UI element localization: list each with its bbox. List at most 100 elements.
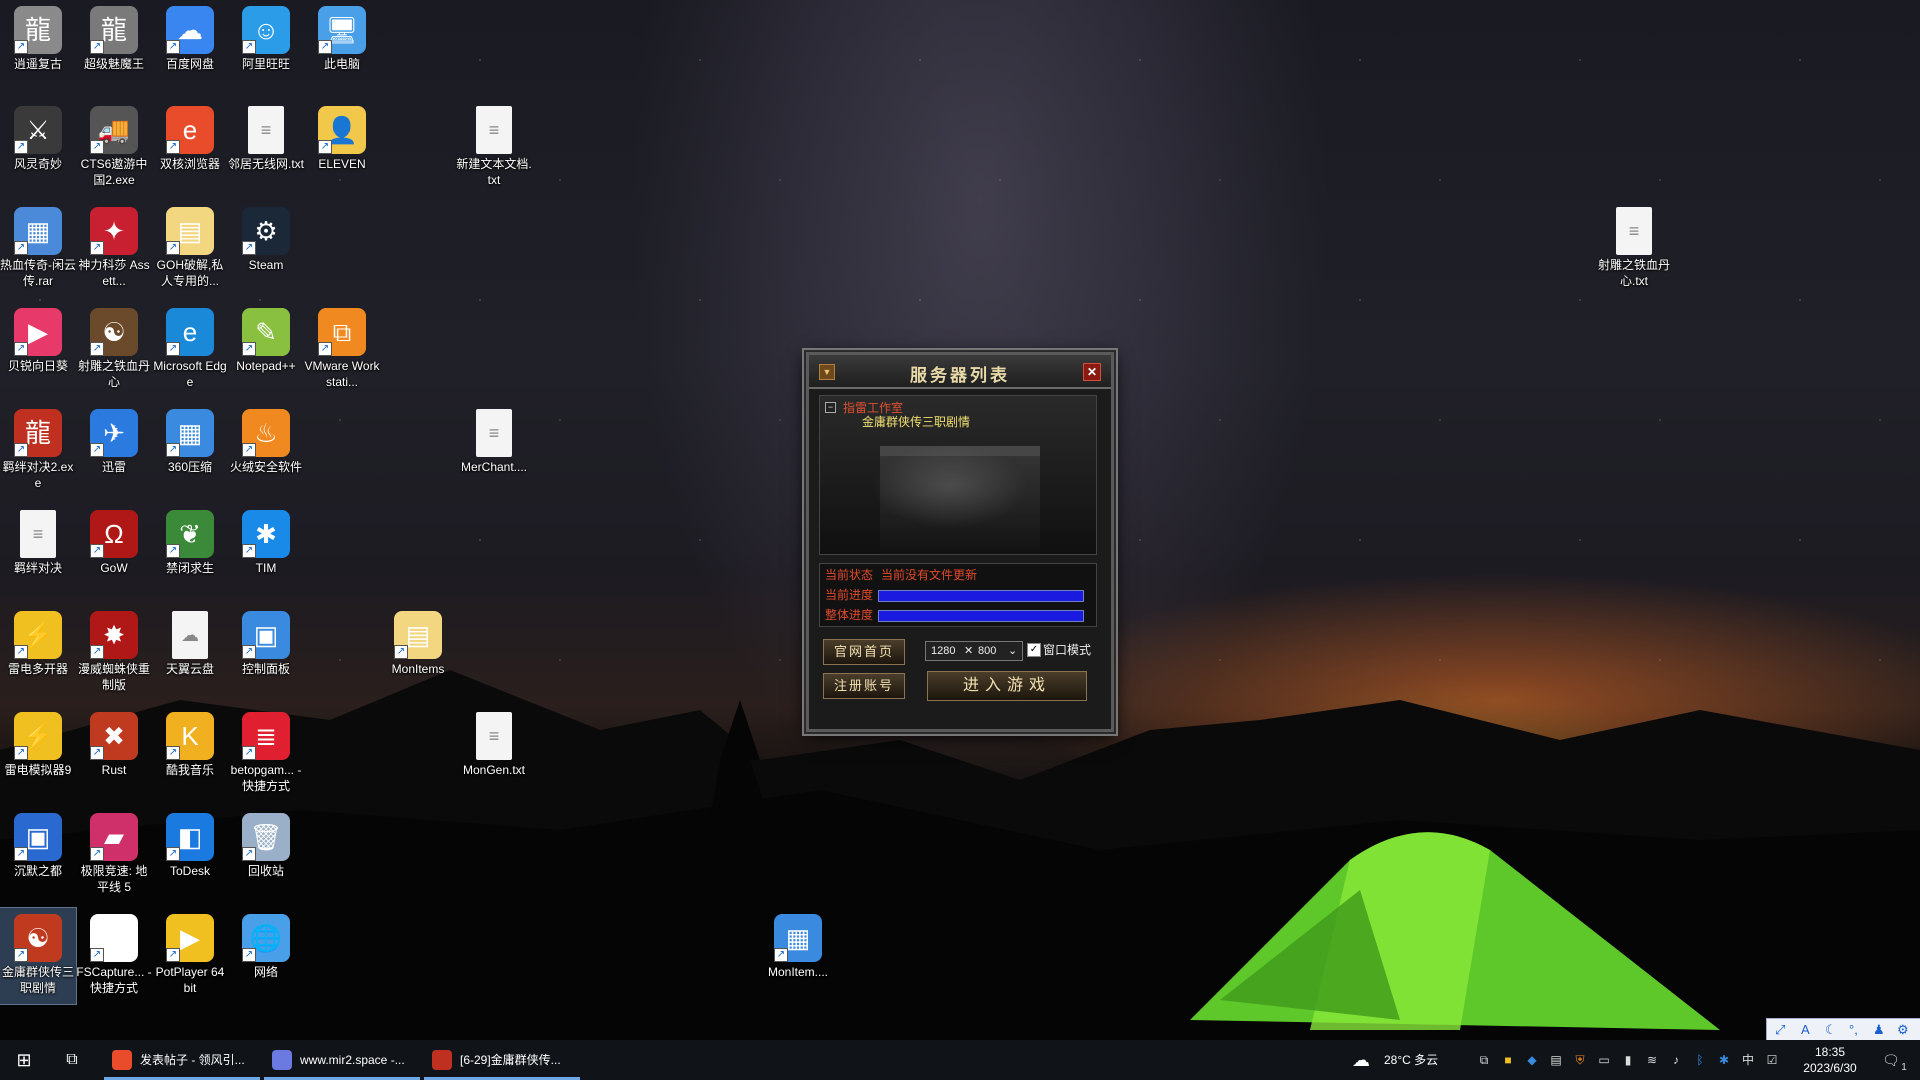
desktop-icon[interactable]: ☯ ↗ 金庸群侠传三职剧情 [0,907,77,1005]
desktop-icon[interactable]: ▰ ↗ 极限竞速: 地平线 5 [76,807,152,903]
desktop-icon[interactable]: ≡ MonGen.txt [456,706,532,802]
desktop-icon[interactable]: Ω ↗ GoW [76,504,152,600]
desktop-icon[interactable]: ⚙ ↗ Steam [228,201,304,297]
desktop-icon[interactable]: ⚔ ↗ 风灵奇妙 [0,100,76,196]
tray-nvidia-icon[interactable]: ◆ [1524,1052,1540,1068]
desktop-icon[interactable]: ≡ 射雕之铁血丹心.txt [1596,201,1672,297]
desktop-icon[interactable]: ❦ ↗ 禁闭求生 [152,504,228,600]
desktop-icon[interactable]: 🖥 ↗ 此电脑 [304,0,380,96]
desktop-icon[interactable]: ▦ ↗ 热血传奇-闲云传.rar [0,201,76,297]
moon-icon[interactable]: ☾ [1825,1022,1837,1038]
desktop-icon[interactable]: ✎ ↗ Notepad++ [228,302,304,398]
desktop-icon-label: MonItems [391,662,445,676]
resolution-select[interactable]: 1280 ✕ 800 ⌄ [925,641,1023,661]
desktop-icon[interactable]: ≡ 羁绊对决 [0,504,76,600]
desktop-icon[interactable]: ⚡ ↗ 雷电多开器 [0,605,76,701]
battery-icon[interactable]: ▮ [1620,1052,1636,1068]
desktop-icon[interactable]: ▣ ↗ 沉默之都 [0,807,76,903]
taskbar-app-game[interactable]: [6-29]金庸群侠传... [424,1040,580,1080]
desktop-icon[interactable]: ▶ ↗ 贝锐向日葵 [0,302,76,398]
taskbar-app-forum[interactable]: 发表帖子 - 领风引... [104,1040,260,1080]
desktop-icon[interactable]: ▬ ↗ FSCapture... - 快捷方式 [76,908,152,1004]
show-hidden-icons[interactable]: ⧉ [1476,1052,1492,1068]
chevron-down-icon[interactable]: ⌄ [1008,642,1017,660]
checkbox-tray-icon[interactable]: ☑ [1764,1052,1780,1068]
desktop-icon[interactable]: ✱ ↗ TIM [228,504,304,600]
tray-app-icon[interactable]: ■ [1500,1052,1516,1068]
desktop-icon[interactable]: ▤ ↗ GOH破解,私人专用的... [152,201,228,297]
ime-expand-icon[interactable]: ⤢ [1775,1022,1785,1038]
server-tree[interactable]: − 指雷工作室 金庸群侠传三职剧情 [819,395,1097,556]
desktop-icon[interactable]: ▣ ↗ 控制面板 [228,605,304,701]
user-icon[interactable]: ♟ [1873,1022,1885,1038]
enter-game-button[interactable]: 进入游戏 [927,671,1087,701]
desktop-icon[interactable]: ✖ ↗ Rust [76,706,152,802]
taskbar-app-website[interactable]: www.mir2.space -... [264,1040,420,1080]
current-progress-fill [879,591,1083,601]
app-icon: ✎ ↗ [242,308,290,356]
desktop-icon[interactable]: ▦ ↗ MonItem.... [760,908,836,1004]
ime-mode-letter[interactable]: A [1801,1022,1810,1037]
shortcut-arrow-icon: ↗ [242,40,256,54]
desktop-icon[interactable]: 🚚 ↗ CTS6遨游中国2.exe [76,100,152,196]
desktop-icon[interactable]: ≡ 新建文本文档.txt [456,100,532,196]
server-item[interactable]: 金庸群侠传三职剧情 [862,413,970,430]
ime-toolbar[interactable]: ⤢ A ☾ °, ♟ ⚙ [1766,1018,1920,1040]
app-icon: ▣ ↗ [242,611,290,659]
desktop-icon[interactable]: ▶ ↗ PotPlayer 64 bit [152,908,228,1004]
desktop-icon[interactable]: 🌐 ↗ 网络 [228,908,304,1004]
folder-icon[interactable]: ▭ [1596,1052,1612,1068]
desktop-icon[interactable]: ◧ ↗ ToDesk [152,807,228,903]
desktop-icon[interactable]: e ↗ 双核浏览器 [152,100,228,196]
volume-icon[interactable]: ♪ [1668,1052,1684,1068]
server-list-dialog[interactable]: ▼ 服务器列表 ✕ − 指雷工作室 金庸群侠传三职剧情 当前状态 当前没有文件更新… [806,352,1114,732]
desktop-icon[interactable]: e ↗ Microsoft Edge [152,302,228,398]
desktop-icon-label: 天翼云盘 [165,662,214,676]
desktop-icon[interactable]: ▤ ↗ MonItems [380,605,456,701]
desktop-icon[interactable]: ≡ 邻居无线网.txt [228,100,304,196]
window-mode-checkbox[interactable]: ✓ [1027,643,1041,657]
desktop-icon-label: 逍遥复古 [13,57,62,71]
desktop-icon[interactable]: ✦ ↗ 神力科莎 Assett... [76,201,152,297]
bluetooth-icon[interactable]: ᛒ [1692,1052,1708,1068]
desktop-icon[interactable]: ≡ MerChant.... [456,403,532,499]
desktop-icon[interactable]: ✸ ↗ 漫威蜘蛛侠重制版 [76,605,152,701]
desktop-icon[interactable]: 🗑 ↗ 回收站 [228,807,304,903]
dialog-titlebar[interactable]: ▼ 服务器列表 ✕ [809,355,1111,389]
cloud-weather-icon[interactable]: ☁ [1352,1040,1378,1080]
desktop-icon[interactable]: ▦ ↗ 360压缩 [152,403,228,499]
app-icon: ❦ ↗ [166,510,214,558]
home-page-button[interactable]: 官网首页 [823,639,905,665]
app-icon: ▦ ↗ [774,914,822,962]
desktop-icon[interactable]: 龍 ↗ 羁绊对决2.exe [0,403,76,499]
desktop-icon[interactable]: ⚡ ↗ 雷电模拟器9 [0,706,76,802]
clock[interactable]: 18:35 2023/6/30 [1790,1044,1870,1076]
punctuation-icon[interactable]: °, [1849,1022,1858,1037]
weather-text[interactable]: 28°C 多云 [1384,1040,1474,1080]
collapse-icon[interactable]: − [825,402,836,413]
desktop-icon[interactable]: ✈ ↗ 迅雷 [76,403,152,499]
desktop-icon[interactable]: ≣ ↗ betopgam... - 快捷方式 [228,706,304,802]
desktop-icon[interactable]: K ↗ 酷我音乐 [152,706,228,802]
close-button[interactable]: ✕ [1083,363,1101,381]
task-view-icon[interactable]: ⧉ [60,1040,84,1080]
desktop-icon[interactable]: ☯ ↗ 射雕之铁血丹心 [76,302,152,398]
tim-tray-icon[interactable]: ✱ [1716,1052,1732,1068]
wifi-icon[interactable]: ≋ [1644,1052,1660,1068]
desktop-icon[interactable]: ☺ ↗ 阿里旺旺 [228,0,304,96]
desktop-icon[interactable]: 👤 ↗ ELEVEN [304,100,380,196]
gear-icon[interactable]: ⚙ [1897,1022,1909,1038]
register-account-button[interactable]: 注册账号 [823,673,905,699]
desktop-icon[interactable]: ☁ ↗ 百度网盘 [152,0,228,96]
desktop-icon[interactable]: 龍 ↗ 超级魅魔王 [76,0,152,96]
shortcut-arrow-icon: ↗ [166,544,180,558]
windows-start-icon[interactable]: ⊞ [12,1040,36,1080]
tray-doc-icon[interactable]: ▤ [1548,1052,1564,1068]
desktop-icon[interactable]: 龍 ↗ 逍遥复古 [0,0,76,96]
desktop-icon[interactable]: ♨ ↗ 火绒安全软件 [228,403,304,499]
shield-icon[interactable]: ⛨ [1572,1052,1588,1068]
desktop-icon[interactable]: ☁ 天翼云盘 [152,605,228,701]
ime-indicator[interactable]: 中 [1740,1052,1756,1068]
status-label: 当前状态 [825,568,874,582]
desktop-icon[interactable]: ⧉ ↗ VMware Workstati... [304,302,380,398]
